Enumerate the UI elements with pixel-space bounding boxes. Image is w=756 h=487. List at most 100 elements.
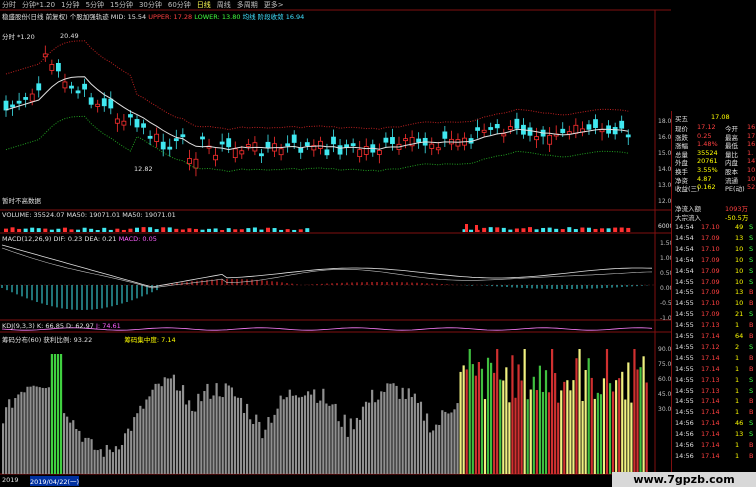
volume-bar: [167, 227, 172, 232]
candle-body: [193, 158, 199, 169]
tick-price: 17.14: [701, 441, 720, 449]
chip-bar: [270, 422, 273, 474]
chip-bar: [541, 391, 545, 474]
chip-bar: [20, 391, 23, 474]
chip-bar: [538, 365, 541, 474]
volume-bar: [17, 228, 22, 232]
chip-bar: [435, 424, 438, 474]
candle-body: [455, 139, 461, 147]
tick-price: 17.09: [701, 288, 720, 297]
candle-body: [534, 136, 539, 141]
chip-bar: [197, 393, 200, 474]
tick-price: 17.10: [701, 299, 720, 308]
volume-bar: [272, 228, 277, 232]
candle-body: [200, 136, 205, 140]
volume-bar: [69, 229, 74, 232]
chip-bar: [441, 410, 444, 474]
chip-bar: [477, 362, 480, 474]
volume-bar: [36, 228, 41, 232]
candle-body: [416, 138, 422, 143]
tick-price: 17.14: [701, 451, 720, 460]
candle-body: [128, 114, 133, 118]
chip-bar: [227, 385, 230, 474]
tick-row: 14:56 17.14 1 B: [673, 452, 756, 461]
volume-bar: [600, 228, 605, 232]
candle-body: [108, 98, 114, 109]
candle-body: [298, 147, 304, 153]
volume-bar: [252, 227, 257, 232]
chip-bar: [178, 390, 182, 474]
chip-bar: [108, 449, 111, 474]
chip-bar: [255, 414, 258, 474]
candle-body: [317, 140, 323, 149]
tick-side: B: [749, 321, 754, 330]
tick-price: 17.09: [701, 233, 720, 242]
chip-bar: [172, 374, 175, 474]
cursor-date: 2019/04/22(一): [30, 476, 80, 486]
volume-bar: [128, 228, 133, 232]
tick-side: B: [749, 451, 754, 460]
chip-bar: [215, 383, 218, 474]
tick-price: 17.14: [701, 364, 720, 373]
tick-side: S: [749, 233, 754, 242]
candle-body: [566, 131, 572, 135]
tick-time: 14:54: [675, 244, 694, 253]
chip-bar: [334, 403, 337, 474]
chip-bar: [69, 422, 72, 474]
quote-header-value: 17.08: [711, 113, 730, 121]
tick-time: 14:55: [675, 408, 694, 417]
chip-bar: [90, 439, 93, 474]
chip-bar: [630, 402, 633, 474]
chip-bar: [508, 402, 511, 474]
chip-bar: [605, 349, 609, 474]
candle-body: [586, 124, 592, 130]
volume-bar: [521, 228, 526, 232]
tick-price: 17.14: [701, 419, 720, 428]
tick-side: S: [749, 430, 754, 439]
candle-body: [95, 103, 101, 107]
tick-side: S: [749, 419, 754, 428]
tick-volume: 46: [735, 419, 744, 428]
chip-bar: [130, 430, 133, 474]
chip-bar: [593, 398, 596, 474]
chip-bar: [355, 417, 358, 474]
volume-bar: [56, 228, 61, 232]
chip-bar: [11, 407, 14, 474]
chip-bar: [322, 388, 325, 474]
tick-time: 14:55: [675, 310, 694, 319]
chip-bar: [99, 449, 102, 474]
tick-time: 14:55: [675, 364, 694, 373]
chip-bar: [114, 446, 118, 474]
volume-bar: [180, 229, 185, 232]
chip-bar: [267, 417, 270, 474]
chip-bar: [175, 390, 179, 474]
chip-bar: [124, 433, 127, 474]
volume-bar: [482, 227, 487, 232]
chip-bar: [459, 371, 462, 474]
tick-row: 14:54 17.09 10 S: [673, 256, 756, 265]
chart-canvas[interactable]: [0, 0, 671, 487]
tick-volume: 13: [735, 430, 744, 439]
big-order-row: 大宗流入 -50.5万: [673, 212, 755, 222]
candle-body: [383, 137, 389, 143]
tick-time: 14:55: [675, 342, 694, 351]
candle-body: [232, 148, 238, 159]
candle-body: [527, 127, 533, 136]
chip-bar: [8, 399, 11, 474]
volume-bar: [593, 228, 598, 232]
chip-bar: [303, 395, 307, 474]
tick-row: 14:55 17.09 21 S: [673, 310, 756, 319]
volume-bar: [200, 229, 205, 232]
tick-side: S: [749, 223, 754, 231]
candle-body: [599, 129, 605, 133]
volume-bar: [226, 228, 231, 232]
chip-bar: [93, 449, 96, 474]
candle-body: [324, 149, 330, 156]
quote-value: 0.25: [697, 131, 712, 140]
chip-bar: [56, 354, 60, 474]
quote-value: 10.: [747, 174, 756, 183]
chip-bar: [14, 398, 17, 474]
chip-bar: [41, 387, 44, 474]
chip-bar: [523, 349, 526, 474]
tick-price: 17.13: [701, 375, 720, 384]
